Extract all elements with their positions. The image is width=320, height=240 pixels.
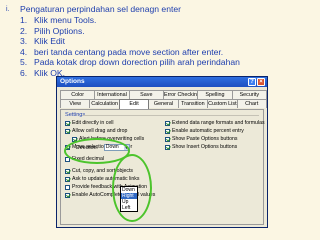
checkbox[interactable] bbox=[65, 156, 70, 162]
option-cut-copy-and-sort-objects[interactable]: Cut, copy, and sort objects bbox=[65, 167, 155, 175]
close-button[interactable]: × bbox=[257, 78, 265, 86]
instructions: i. Pengaturan perpindahan sel denagn ent… bbox=[6, 4, 316, 79]
edit-panel: Settings Edit directly in cell Allow cell… bbox=[60, 109, 265, 225]
checkbox[interactable] bbox=[65, 144, 70, 150]
tab-color[interactable]: Color bbox=[60, 90, 96, 99]
tab-strip: Color International Save Error Checking Spel… bbox=[60, 90, 267, 109]
option-label: Cut, copy, and sort objects bbox=[72, 168, 134, 174]
option-enable-autocomplete-for-cell-values[interactable]: Enable AutoComplete for cell values bbox=[65, 191, 155, 199]
dialog-titlebar: Options ? × bbox=[57, 77, 267, 87]
checkbox[interactable] bbox=[165, 144, 170, 150]
options-dialog: Options ? × Color International Save Error … bbox=[56, 76, 268, 228]
option-enable-automatic-percent-entry[interactable]: Enable automatic percent entry bbox=[165, 127, 265, 135]
direction-option-left[interactable]: Left bbox=[121, 205, 137, 211]
option-extend-data-range-formats-and-formulas[interactable]: Extend data range formats and formulas bbox=[165, 119, 265, 127]
option-ask-to-update-automatic-links[interactable]: Ask to update automatic links bbox=[65, 175, 155, 183]
dialog-title: Options bbox=[60, 78, 85, 85]
option-label: Edit directly in cell bbox=[72, 120, 114, 126]
option-show-paste-options-buttons[interactable]: Show Paste Options buttons bbox=[165, 135, 265, 143]
checkbox[interactable] bbox=[65, 184, 70, 190]
step-item: 3. Klik Edit bbox=[20, 36, 316, 47]
option-label: Fixed decimal bbox=[72, 156, 105, 162]
tab-edit[interactable]: Edit bbox=[118, 99, 150, 109]
direction-row: Direction: Down ▼ bbox=[76, 144, 130, 151]
tab-spelling[interactable]: Spelling bbox=[197, 90, 233, 99]
step-item: 1. Klik menu Tools. bbox=[20, 15, 316, 26]
tab-row-1: Color International Save Error Checking Spel… bbox=[60, 90, 267, 99]
settings-divider bbox=[83, 115, 259, 116]
option-allow-cell-drag-and-drop[interactable]: Allow cell drag and drop bbox=[65, 127, 155, 135]
direction-dropdown-list: Down Right Up Left bbox=[120, 186, 138, 212]
step-text: beri tanda centang pada move section aft… bbox=[34, 46, 224, 57]
option-label: Enable AutoComplete for cell values bbox=[72, 192, 156, 198]
tab-transition[interactable]: Transition bbox=[177, 99, 209, 108]
tab-error-checking[interactable]: Error Checking bbox=[162, 90, 199, 99]
step-text: Klik menu Tools. bbox=[34, 15, 97, 25]
checkbox[interactable] bbox=[165, 136, 170, 142]
checkbox[interactable] bbox=[165, 120, 170, 126]
tab-general[interactable]: General bbox=[148, 99, 179, 108]
step-number: 6. bbox=[20, 67, 28, 78]
step-number: 4. bbox=[20, 46, 28, 57]
checkbox[interactable] bbox=[65, 168, 70, 174]
option-edit-directly-in-cell[interactable]: Edit directly in cell bbox=[65, 119, 155, 127]
instructions-heading: i. Pengaturan perpindahan sel denagn ent… bbox=[6, 4, 316, 15]
step-item: 4. beri tanda centang pada move section a… bbox=[20, 47, 316, 58]
heading-text: Pengaturan perpindahan sel denagn enter bbox=[20, 4, 182, 14]
tab-row-2: View Calculation Edit General Transition Cust… bbox=[60, 99, 267, 109]
tab-custom-lists[interactable]: Custom Lists bbox=[207, 99, 238, 108]
checkbox[interactable] bbox=[65, 120, 70, 126]
heading-numeral: i. bbox=[6, 6, 10, 13]
chevron-down-icon: ▼ bbox=[123, 145, 129, 150]
tab-chart[interactable]: Chart bbox=[236, 99, 267, 108]
checkbox[interactable] bbox=[65, 192, 70, 198]
direction-label: Direction: bbox=[76, 144, 98, 151]
option-label: Allow cell drag and drop bbox=[72, 128, 128, 134]
option-show-insert-options-buttons[interactable]: Show Insert Options buttons bbox=[165, 143, 265, 151]
option-label: Ask to update automatic links bbox=[72, 176, 140, 182]
help-button[interactable]: ? bbox=[248, 78, 256, 86]
direction-selected-value: Down bbox=[105, 144, 119, 150]
step-text: Pada kotak drop down dorection pilih ara… bbox=[34, 57, 240, 68]
step-item: 2. Pilih Options. bbox=[20, 26, 316, 37]
tab-save[interactable]: Save bbox=[128, 90, 164, 99]
right-options: Extend data range formats and formulas En… bbox=[165, 119, 265, 151]
checkbox[interactable] bbox=[165, 128, 170, 134]
direction-select[interactable]: Down ▼ bbox=[103, 144, 130, 151]
option-label: Alert before overwriting cells bbox=[79, 136, 145, 142]
checkbox[interactable] bbox=[72, 136, 77, 142]
steps-list: 1. Klik menu Tools. 2. Pilih Options. 3. Klik… bbox=[6, 15, 316, 79]
step-number: 1. bbox=[20, 15, 28, 25]
tab-view[interactable]: View bbox=[60, 99, 91, 108]
checkbox[interactable] bbox=[65, 176, 70, 182]
step-text: Klik Edit bbox=[34, 36, 66, 47]
option-label: Enable automatic percent entry bbox=[172, 128, 244, 134]
tab-international[interactable]: International bbox=[94, 90, 130, 99]
tab-security[interactable]: Security bbox=[231, 90, 267, 99]
step-text: Pilih Options. bbox=[34, 25, 85, 36]
left-options: Edit directly in cell Allow cell drag and… bbox=[65, 119, 155, 199]
step-number: 3. bbox=[20, 36, 28, 47]
step-item: 5. Pada kotak drop down dorection pilih a… bbox=[20, 57, 316, 68]
option-provide-feedback-with-animation[interactable]: Provide feedback with Animation bbox=[65, 183, 155, 191]
tab-calculation[interactable]: Calculation bbox=[89, 99, 120, 108]
checkbox[interactable] bbox=[65, 128, 70, 134]
option-label: Show Paste Options buttons bbox=[172, 136, 238, 142]
step-number: 5. bbox=[20, 57, 28, 68]
option-label: Show Insert Options buttons bbox=[172, 144, 238, 150]
option-alert-before-overwriting-cells[interactable]: Alert before overwriting cells bbox=[72, 135, 155, 143]
step-number: 2. bbox=[20, 25, 28, 36]
option-label: Extend data range formats and formulas bbox=[172, 120, 265, 126]
option-fixed-decimal[interactable]: Fixed decimal bbox=[65, 155, 155, 163]
